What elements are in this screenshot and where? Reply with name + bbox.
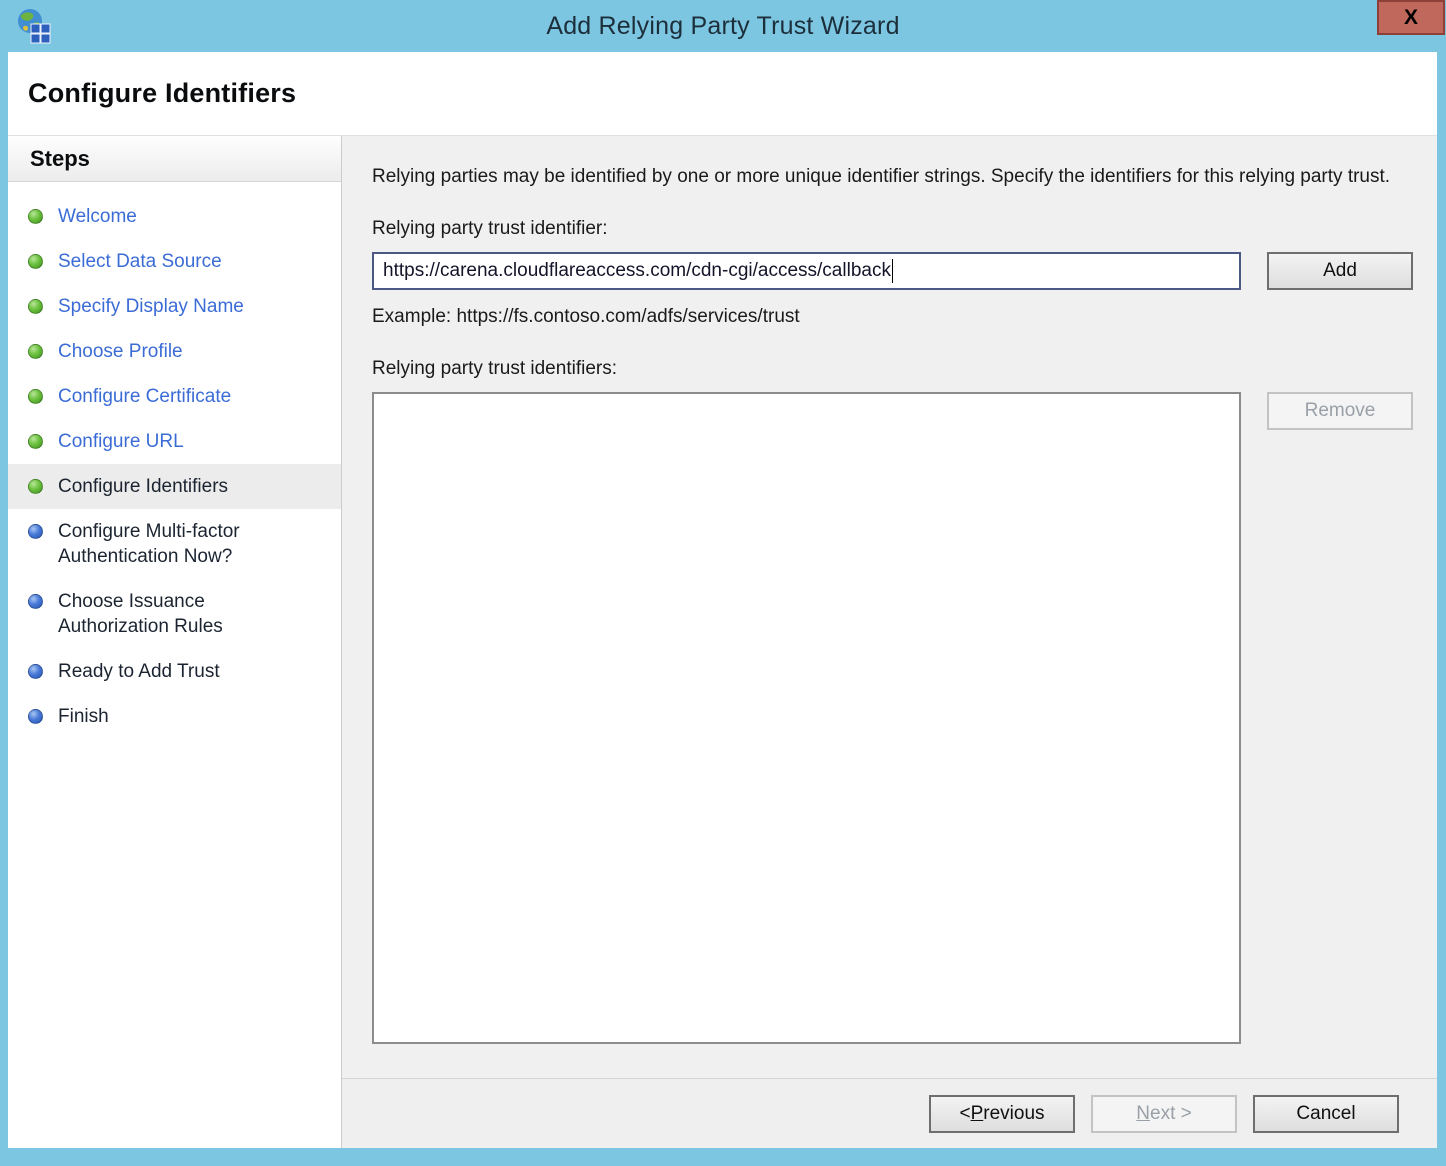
identifier-input[interactable]: https://carena.cloudflareaccess.com/cdn-… [372,252,1241,290]
sidebar-item-configure-url[interactable]: Configure URL [8,419,341,464]
sidebar-item-specify-display-name[interactable]: Specify Display Name [8,284,341,329]
step-label: Configure Multi-factor Authentication No… [58,519,310,569]
step-label: Welcome [58,204,137,229]
close-icon: X [1404,6,1418,30]
step-status-bullet-icon [28,664,43,679]
step-status-bullet-icon [28,254,43,269]
step-status-bullet-icon [28,389,43,404]
next-button[interactable]: Next > [1091,1095,1237,1133]
step-label: Configure Identifiers [58,474,228,499]
step-label: Specify Display Name [58,294,244,319]
identifier-input-value: https://carena.cloudflareaccess.com/cdn-… [383,260,891,282]
sidebar-item-choose-profile[interactable]: Choose Profile [8,329,341,374]
sidebar-item-finish[interactable]: Finish [8,694,341,739]
wizard-window: Add Relying Party Trust Wizard X Configu… [0,0,1446,1166]
sidebar-item-select-data-source[interactable]: Select Data Source [8,239,341,284]
page-title: Configure Identifiers [28,78,296,109]
steps-heading: Steps [8,136,341,182]
identifiers-list-label: Relying party trust identifiers: [372,358,1413,380]
cancel-button[interactable]: Cancel [1253,1095,1399,1133]
adfs-wizard-icon [14,7,52,45]
close-button[interactable]: X [1377,0,1445,35]
steps-sidebar: Steps Welcome Select Data Source Specify… [8,136,342,1148]
step-label: Finish [58,704,109,729]
sidebar-item-choose-issuance-authorization-rules[interactable]: Choose Issuance Authorization Rules [8,579,341,649]
previous-button[interactable]: < Previous [929,1095,1075,1133]
step-status-bullet-icon [28,479,43,494]
step-label: Choose Issuance Authorization Rules [58,589,310,639]
sidebar-item-welcome[interactable]: Welcome [8,194,341,239]
step-label: Ready to Add Trust [58,659,220,684]
sidebar-item-configure-multi-factor-authentication-now[interactable]: Configure Multi-factor Authentication No… [8,509,341,579]
titlebar: Add Relying Party Trust Wizard X [0,0,1446,52]
add-button[interactable]: Add [1267,252,1413,290]
step-label: Configure Certificate [58,384,231,409]
step-status-bullet-icon [28,524,43,539]
content-pane: Relying parties may be identified by one… [342,136,1437,1148]
sidebar-item-configure-identifiers[interactable]: Configure Identifiers [8,464,341,509]
page-description: Relying parties may be identified by one… [372,163,1402,190]
steps-list: Welcome Select Data Source Specify Displ… [8,182,341,739]
step-status-bullet-icon [28,209,43,224]
step-label: Select Data Source [58,249,222,274]
step-status-bullet-icon [28,434,43,449]
sidebar-item-configure-certificate[interactable]: Configure Certificate [8,374,341,419]
window-title: Add Relying Party Trust Wizard [546,12,899,41]
step-status-bullet-icon [28,299,43,314]
step-status-bullet-icon [28,709,43,724]
sidebar-item-ready-to-add-trust[interactable]: Ready to Add Trust [8,649,341,694]
identifiers-listbox[interactable] [372,392,1241,1044]
page-header: Configure Identifiers [8,52,1437,136]
step-label: Configure URL [58,429,184,454]
identifier-field-label: Relying party trust identifier: [372,218,1413,240]
remove-button[interactable]: Remove [1267,392,1413,430]
example-text: Example: https://fs.contoso.com/adfs/ser… [372,306,1413,328]
wizard-frame: Configure Identifiers Steps Welcome Sele… [8,52,1437,1148]
step-label: Choose Profile [58,339,183,364]
text-caret [892,259,893,283]
footer-button-bar: < Previous Next > Cancel [342,1078,1437,1148]
step-status-bullet-icon [28,344,43,359]
step-status-bullet-icon [28,594,43,609]
